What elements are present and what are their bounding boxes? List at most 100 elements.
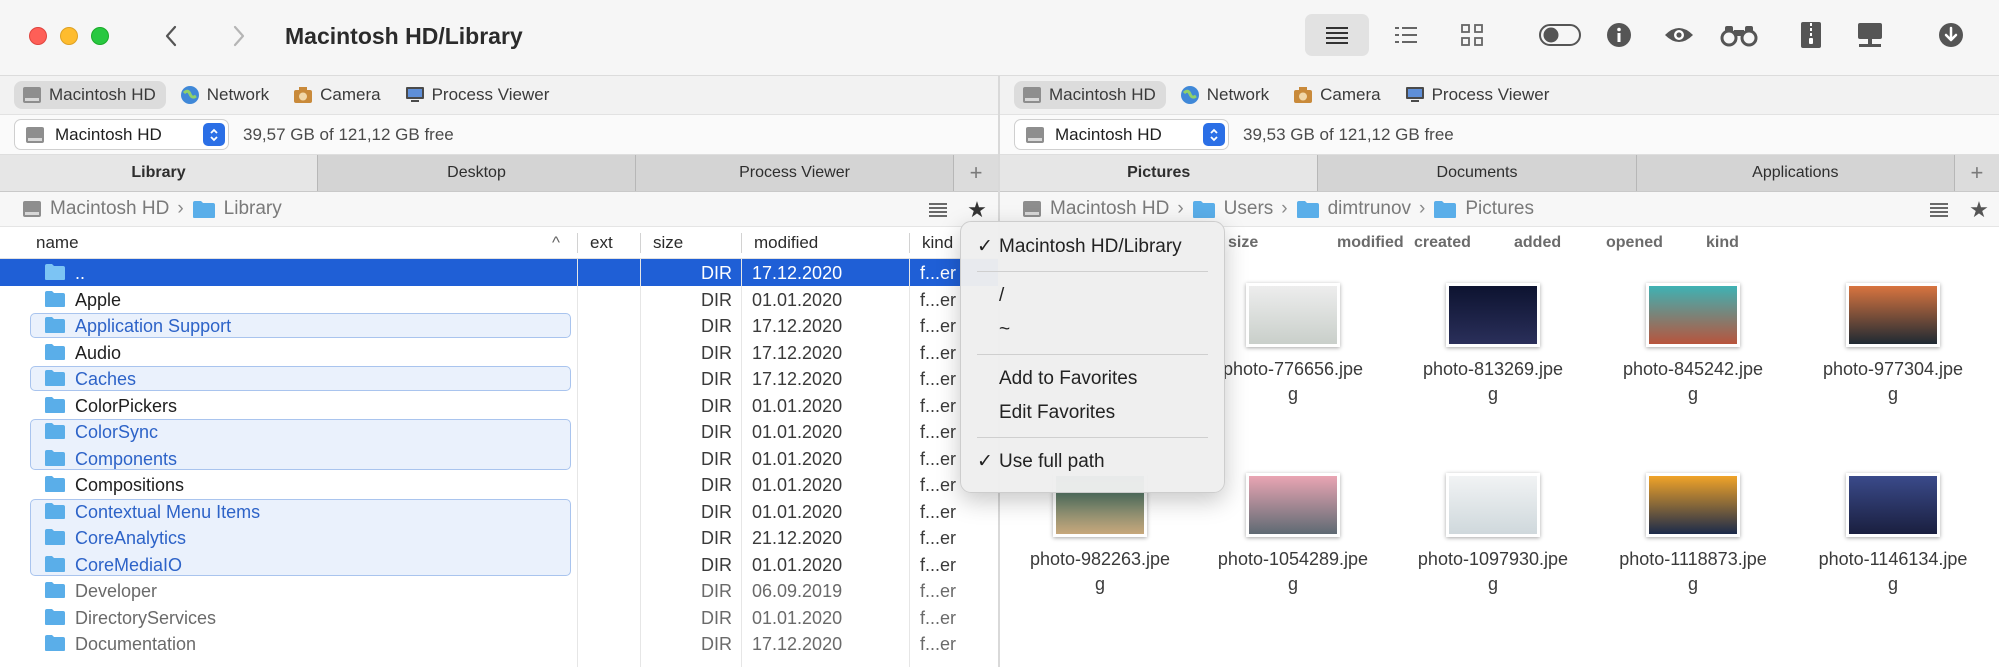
- detail-view-button[interactable]: [1386, 14, 1426, 56]
- table-row[interactable]: CoreMediaIO DIR 01.01.2020 f...er: [0, 551, 998, 578]
- column-name[interactable]: name ^: [24, 227, 572, 259]
- search-button[interactable]: [1717, 14, 1761, 56]
- drive-select[interactable]: Macintosh HD: [14, 119, 229, 150]
- menu-item-label: ~: [999, 319, 1011, 340]
- table-row[interactable]: Application Support DIR 17.12.2020 f...er: [0, 312, 998, 339]
- menu-item[interactable]: ~: [961, 313, 1224, 347]
- file-kind: f...er: [920, 607, 957, 628]
- column-modified[interactable]: modified: [1337, 234, 1404, 252]
- thumbnail-item[interactable]: photo-813269.jpe g: [1393, 283, 1593, 407]
- favorite-camera[interactable]: Camera: [1285, 81, 1390, 109]
- favorite-network[interactable]: Network: [172, 81, 279, 109]
- table-row[interactable]: CoreAnalytics DIR 21.12.2020 f...er: [0, 524, 998, 551]
- zoom-window-button[interactable]: [91, 27, 109, 45]
- table-row[interactable]: Contextual Menu Items DIR 01.01.2020 f...er: [0, 498, 998, 525]
- folder-icon: [45, 555, 65, 572]
- thumbnail-item[interactable]: photo-845242.jpe g: [1593, 283, 1793, 407]
- table-row[interactable]: Documentation DIR 17.12.2020 f...er: [0, 630, 998, 657]
- column-ext[interactable]: ext: [577, 233, 613, 253]
- thumbnail-item[interactable]: photo-1146134.jpe g: [1793, 473, 1993, 597]
- path-list-button[interactable]: [1925, 197, 1953, 223]
- file-name: Audio: [75, 342, 122, 363]
- close-window-button[interactable]: [29, 27, 47, 45]
- tab-applications[interactable]: Applications: [1636, 155, 1955, 191]
- table-row[interactable]: Components DIR 01.01.2020 f...er: [0, 445, 998, 472]
- breadcrumb-item[interactable]: Macintosh HD: [22, 198, 169, 220]
- menu-item[interactable]: ✓ Macintosh HD/Library: [961, 230, 1224, 264]
- table-row[interactable]: ColorPickers DIR 01.01.2020 f...er: [0, 392, 998, 419]
- drive-select-value: Macintosh HD: [1055, 124, 1162, 144]
- column-added[interactable]: added: [1514, 234, 1561, 252]
- file-kind: f...er: [920, 422, 957, 442]
- column-modified[interactable]: modified: [741, 233, 818, 253]
- grid-view-button[interactable]: [1452, 14, 1492, 56]
- favorite-process-viewer[interactable]: Process Viewer: [397, 81, 560, 109]
- column-created[interactable]: created: [1414, 234, 1471, 252]
- breadcrumb-item[interactable]: Pictures: [1433, 198, 1534, 220]
- column-kind[interactable]: kind: [1706, 234, 1739, 252]
- favorite-macintosh-hd[interactable]: Macintosh HD: [14, 81, 166, 109]
- minimize-window-button[interactable]: [60, 27, 78, 45]
- thumbnail-item[interactable]: photo-1118873.jpe g: [1593, 473, 1793, 597]
- breadcrumb-item[interactable]: Library: [192, 198, 282, 220]
- favorite-network[interactable]: Network: [1172, 81, 1279, 109]
- sort-ascending-icon: ^: [552, 233, 560, 252]
- info-button[interactable]: [1602, 14, 1636, 56]
- column-headers: name ^ ext size modified kind: [0, 227, 998, 259]
- list-view-button[interactable]: [1305, 14, 1369, 56]
- table-row[interactable]: Caches DIR 17.12.2020 f...er: [0, 365, 998, 392]
- table-row[interactable]: Audio DIR 17.12.2020 f...er: [0, 339, 998, 366]
- file-name: Contextual Menu Items: [75, 501, 261, 522]
- archive-button[interactable]: [1794, 14, 1828, 56]
- file-modified: 01.01.2020: [752, 475, 843, 495]
- column-divider: [577, 259, 578, 667]
- add-tab-button[interactable]: +: [954, 155, 998, 191]
- path-list-button[interactable]: [924, 197, 952, 223]
- network-drive-button[interactable]: [1852, 14, 1888, 56]
- breadcrumb-item[interactable]: Macintosh HD: [1022, 198, 1169, 220]
- favorite-camera[interactable]: Camera: [285, 81, 390, 109]
- star-icon: ★: [967, 197, 987, 222]
- column-size[interactable]: size: [1228, 234, 1258, 252]
- table-row[interactable]: DirectoryServices DIR 01.01.2020 f...er: [0, 604, 998, 631]
- thumbnail-item[interactable]: photo-1054289.jpe g: [1193, 473, 1393, 597]
- table-row[interactable]: ColorSync DIR 01.01.2020 f...er: [0, 418, 998, 445]
- breadcrumb-item[interactable]: dimtrunov: [1296, 198, 1411, 220]
- breadcrumb-item[interactable]: Users: [1192, 198, 1273, 220]
- drive-select[interactable]: Macintosh HD: [1014, 119, 1229, 150]
- folder-icon: [1296, 200, 1319, 218]
- column-size[interactable]: size: [640, 233, 683, 253]
- favorites-star-button[interactable]: ★: [1965, 197, 1993, 223]
- toggle-hidden-button[interactable]: [1536, 14, 1584, 56]
- menu-item[interactable]: Edit Favorites: [961, 396, 1224, 430]
- back-button[interactable]: [156, 20, 186, 52]
- tab-documents[interactable]: Documents: [1318, 155, 1637, 191]
- table-row[interactable]: Compositions DIR 01.01.2020 f...er: [0, 471, 998, 498]
- menu-item[interactable]: Add to Favorites: [961, 362, 1224, 396]
- column-kind[interactable]: kind: [909, 233, 953, 253]
- table-row[interactable]: Developer DIR 06.09.2019 f...er: [0, 577, 998, 604]
- tab-desktop[interactable]: Desktop: [318, 155, 636, 191]
- file-kind: f...er: [920, 501, 957, 522]
- column-opened[interactable]: opened: [1606, 234, 1663, 252]
- download-button[interactable]: [1934, 14, 1968, 56]
- favorite-process-viewer[interactable]: Process Viewer: [1397, 81, 1560, 109]
- menu-item[interactable]: /: [961, 279, 1224, 313]
- breadcrumb-label: Macintosh HD: [50, 198, 170, 219]
- menu-item[interactable]: ✓ Use full path: [961, 445, 1224, 479]
- folder-icon: [1192, 200, 1215, 218]
- tab-library[interactable]: Library: [0, 155, 318, 191]
- tab-process-viewer[interactable]: Process Viewer: [636, 155, 954, 191]
- menu-item-label: Macintosh HD/Library: [999, 236, 1182, 257]
- file-size: DIR: [701, 342, 732, 363]
- favorite-macintosh-hd[interactable]: Macintosh HD: [1014, 81, 1166, 109]
- preview-button[interactable]: [1660, 14, 1698, 56]
- table-row[interactable]: Apple DIR 01.01.2020 f...er: [0, 286, 998, 313]
- forward-button[interactable]: [224, 20, 254, 52]
- thumbnail-item[interactable]: photo-977304.jpe g: [1793, 283, 1993, 407]
- table-row[interactable]: .. DIR 17.12.2020 f...er: [0, 259, 998, 286]
- add-tab-button[interactable]: +: [1954, 155, 1999, 191]
- tab-pictures[interactable]: Pictures: [1000, 155, 1319, 191]
- thumbnail-item[interactable]: photo-1097930.jpe g: [1393, 473, 1593, 597]
- favorites-star-button[interactable]: ★: [963, 197, 991, 223]
